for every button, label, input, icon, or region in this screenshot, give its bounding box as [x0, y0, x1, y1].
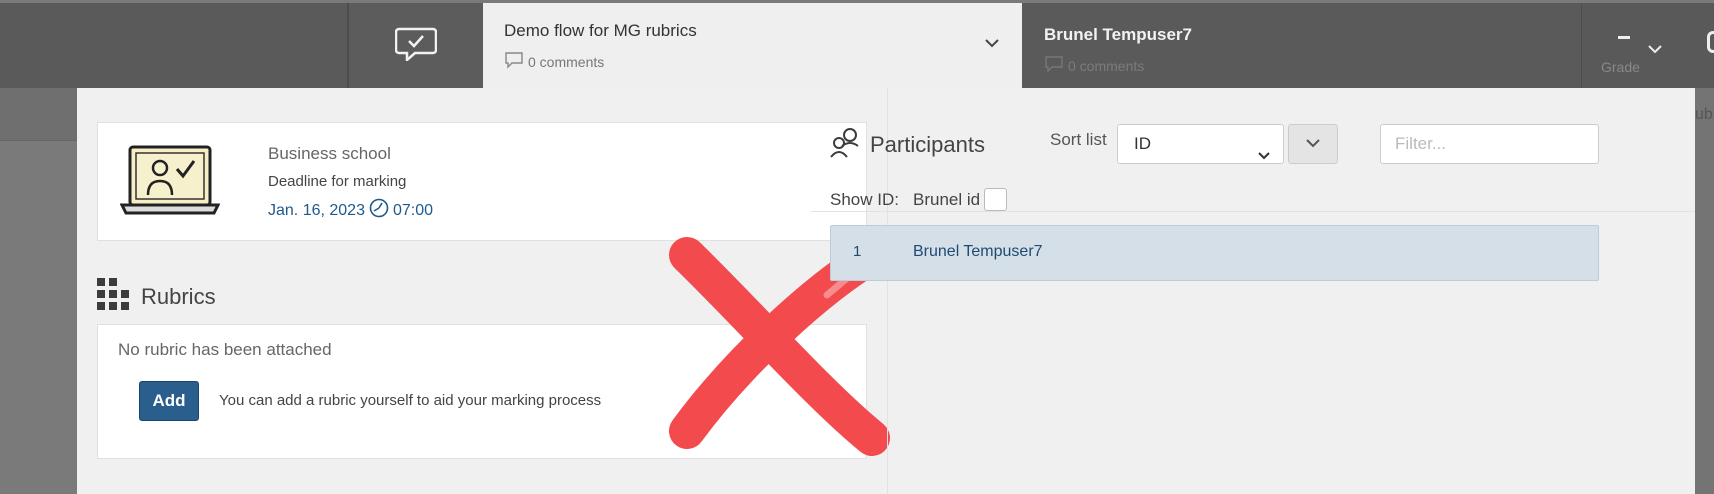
- flow-comments-count: 0 comments: [528, 53, 605, 70]
- flow-title: Demo flow for MG rubrics: [504, 21, 697, 40]
- comment-icon: [1044, 55, 1064, 76]
- grade-selector[interactable]: Grade: [1581, 3, 1681, 88]
- participant-row[interactable]: 1 Brunel Tempuser7: [830, 225, 1599, 281]
- grade-value: [1618, 36, 1630, 39]
- participants-title: Participants: [870, 131, 985, 157]
- participants-section: Participants Sort list ID Filter... Show…: [77, 88, 1695, 494]
- chevron-down-icon[interactable]: [1647, 41, 1663, 59]
- section-separator: [811, 211, 1695, 212]
- partial-icon: [1707, 31, 1714, 53]
- show-id-label: Show ID:: [830, 189, 899, 209]
- show-id-checkbox[interactable]: [984, 188, 1008, 211]
- current-participant[interactable]: Brunel Tempuser7 0 comments: [1022, 3, 1582, 88]
- participants-icon: [830, 126, 862, 163]
- feedback-button[interactable]: [348, 3, 483, 88]
- chevron-down-icon: [1257, 137, 1271, 175]
- grade-label: Grade: [1601, 59, 1640, 75]
- chevron-down-icon[interactable]: [984, 35, 1000, 53]
- show-id-row: Show ID: Brunel id: [830, 188, 1008, 211]
- partial-label: ubr: [1695, 106, 1714, 123]
- background-panel: ubr: [1695, 88, 1714, 494]
- participant-comments-count: 0 comments: [1068, 57, 1145, 74]
- flow-selector[interactable]: Demo flow for MG rubrics 0 comments: [483, 3, 1022, 88]
- show-id-option-label: Brunel id: [912, 189, 981, 209]
- chevron-down-icon: [1305, 135, 1321, 153]
- sort-label: Sort list: [1050, 130, 1107, 149]
- filter-input[interactable]: Filter...: [1380, 124, 1599, 164]
- participant-id: 1: [853, 243, 862, 260]
- comment-icon: [504, 51, 524, 72]
- chat-check-icon: [394, 25, 438, 66]
- participants-heading: Participants: [830, 126, 985, 163]
- participant-name: Brunel Tempuser7: [1044, 25, 1193, 44]
- sort-direction-button[interactable]: [1288, 124, 1338, 164]
- sort-select[interactable]: ID: [1117, 124, 1284, 164]
- participant-comments[interactable]: 0 comments: [1044, 55, 1144, 76]
- flow-comments[interactable]: 0 comments: [504, 51, 604, 72]
- participant-row-name: Brunel Tempuser7: [913, 243, 1043, 260]
- top-bar: Demo flow for MG rubrics 0 comments Brun…: [0, 3, 1714, 88]
- sort-select-value: ID: [1134, 134, 1151, 153]
- top-bar-left: [0, 3, 348, 88]
